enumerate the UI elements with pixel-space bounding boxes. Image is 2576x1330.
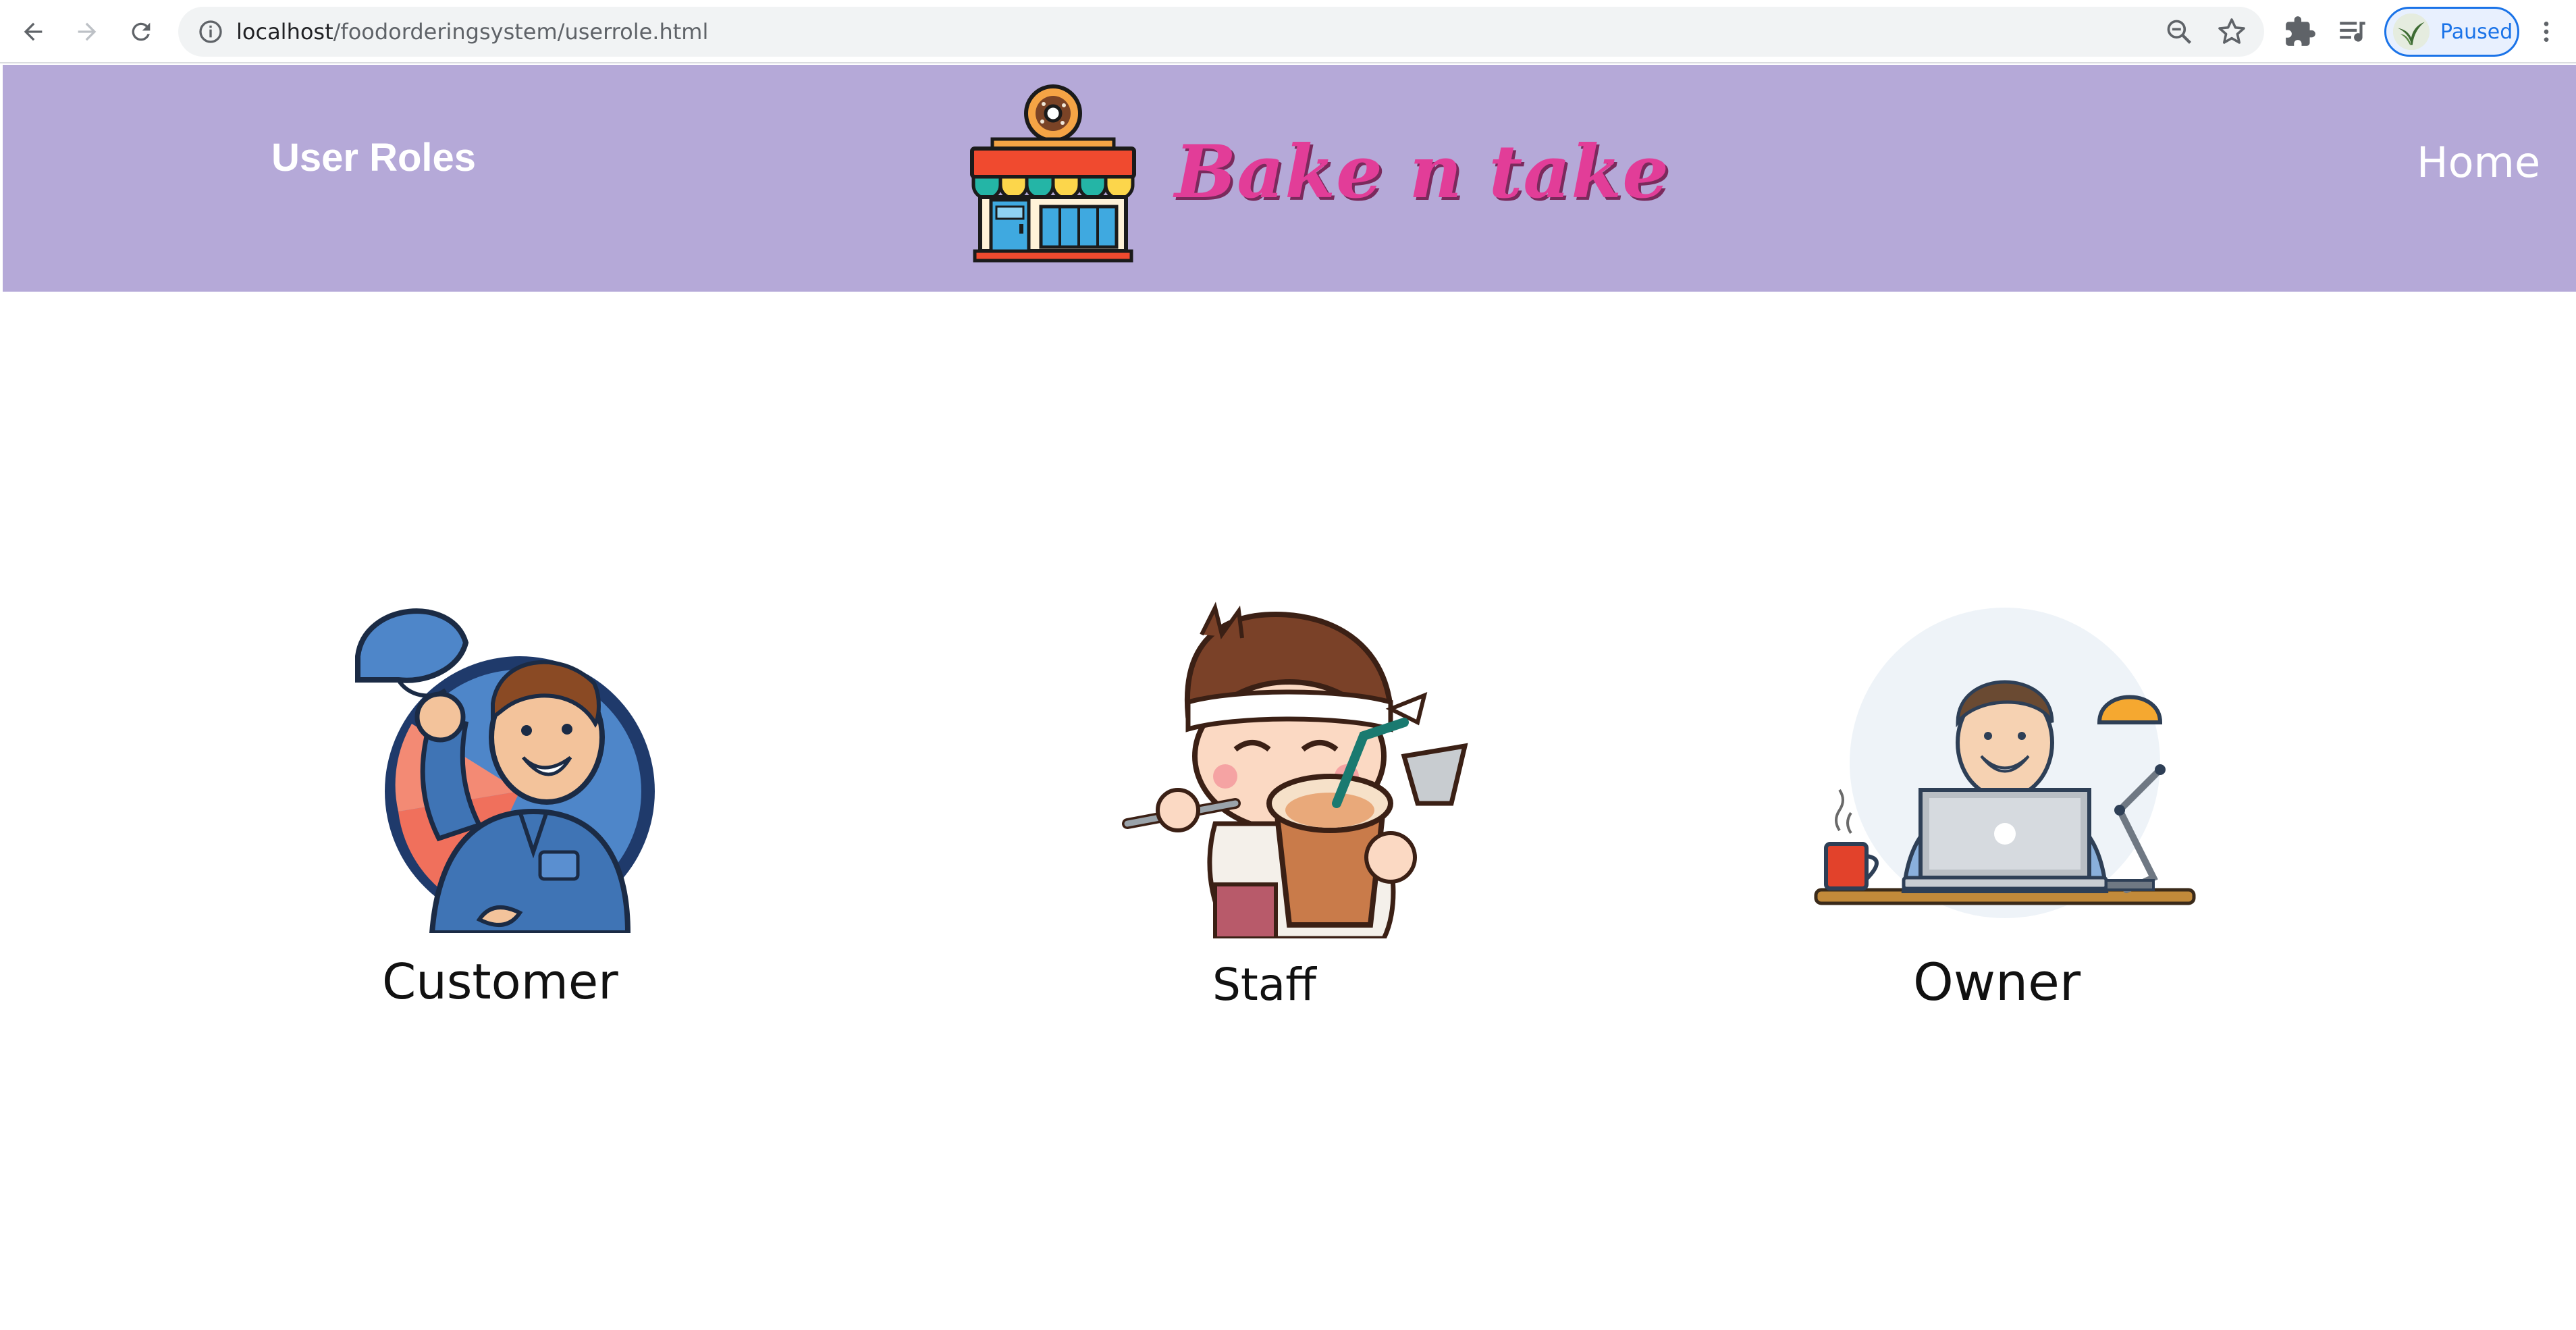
star-icon[interactable] (2216, 16, 2248, 48)
profile-label: Paused (2440, 20, 2513, 44)
brand-logo-text: Bake n take (1175, 130, 1669, 215)
zoom-out-icon[interactable] (2164, 17, 2194, 47)
role-label-owner: Owner (1913, 952, 2081, 1012)
address-bar[interactable]: localhost/foodorderingsystem/userrole.ht… (178, 7, 2264, 57)
role-staff[interactable]: Staff (1100, 601, 1492, 1033)
customer-illustration (355, 608, 655, 936)
role-owner[interactable]: Owner (1809, 608, 2201, 1040)
info-icon[interactable] (197, 18, 224, 45)
kebab-menu-icon[interactable] (2533, 16, 2560, 47)
home-link[interactable]: Home (2417, 138, 2540, 187)
reload-icon (132, 22, 151, 41)
back-button[interactable] (12, 11, 54, 53)
extensions-icon[interactable] (2283, 15, 2317, 49)
reload-button[interactable] (120, 11, 162, 53)
staff-illustration (1122, 602, 1468, 941)
shop-icon (970, 84, 1136, 263)
forward-button[interactable] (66, 11, 108, 53)
profile-button[interactable]: Paused (2384, 7, 2519, 57)
page-title: User Roles (271, 136, 477, 180)
owner-illustration (1814, 608, 2196, 918)
site-header: User Roles Bake n take Home (3, 65, 2576, 292)
bakery-shop-logo (965, 81, 1141, 263)
url-text[interactable]: localhost/foodorderingsystem/userrole.ht… (236, 7, 708, 57)
url-host: localhost (236, 19, 333, 45)
role-label-customer: Customer (382, 953, 618, 1010)
back-icon (24, 22, 43, 41)
forward-icon (78, 22, 97, 41)
url-path: /foodorderingsystem/userrole.html (333, 19, 709, 45)
avatar (2393, 14, 2430, 50)
media-queue-icon[interactable] (2336, 15, 2369, 49)
role-customer[interactable]: Customer (263, 555, 699, 1028)
role-label-staff: Staff (1212, 959, 1316, 1011)
profile-plant-icon (2393, 14, 2430, 50)
browser-toolbar: localhost/foodorderingsystem/userrole.ht… (0, 0, 2576, 63)
